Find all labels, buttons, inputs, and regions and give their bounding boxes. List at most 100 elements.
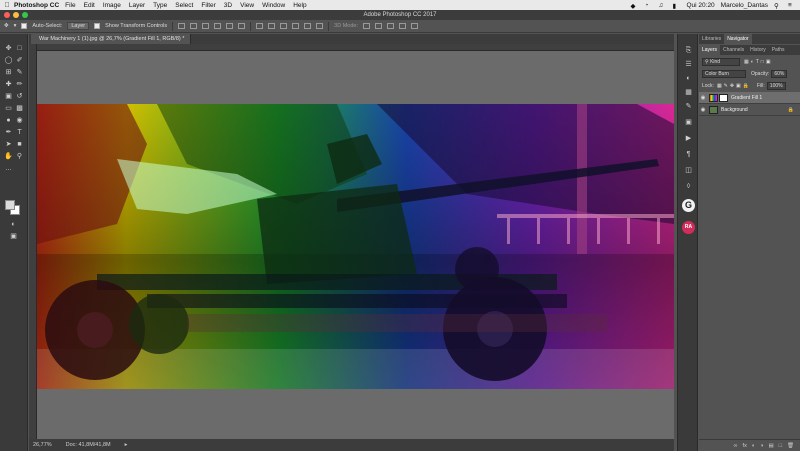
paragraph-panel-icon[interactable]: ¶ bbox=[684, 150, 693, 159]
menu-view[interactable]: View bbox=[240, 2, 254, 9]
tab-paths[interactable]: Paths bbox=[769, 45, 788, 55]
3d-scale-icon[interactable] bbox=[411, 23, 419, 29]
document-size[interactable]: Doc: 41,8M/41,8M bbox=[66, 442, 111, 448]
lasso-tool-icon[interactable]: ◯ bbox=[4, 56, 13, 65]
volume-icon[interactable]: ♫ bbox=[658, 2, 666, 9]
auto-select-dropdown[interactable]: Layer bbox=[67, 22, 90, 30]
layer-row[interactable]: ◉ Background 🔒 bbox=[699, 104, 800, 116]
tab-navigator[interactable]: Navigator bbox=[724, 34, 752, 44]
add-mask-icon[interactable]: ◐ bbox=[752, 443, 755, 449]
user-name[interactable]: Marcelo_Dantas bbox=[721, 2, 768, 9]
distribute-left-icon[interactable] bbox=[292, 23, 300, 29]
new-layer-icon[interactable]: □ bbox=[779, 443, 782, 449]
align-bottom-icon[interactable] bbox=[202, 23, 210, 29]
move-tool-icon[interactable]: ✥ bbox=[4, 23, 9, 29]
quick-select-tool-icon[interactable]: ✐ bbox=[15, 56, 24, 65]
filter-icons[interactable]: ▦◐T□▣ bbox=[744, 59, 773, 65]
clone-stamp-tool-icon[interactable]: ▣ bbox=[4, 92, 13, 101]
pen-tool-icon[interactable]: ✒ bbox=[4, 128, 13, 137]
zoom-tool-icon[interactable]: ⚲ bbox=[15, 152, 24, 161]
app-menu[interactable]: Photoshop CC bbox=[14, 2, 59, 9]
eye-icon[interactable]: ◉ bbox=[699, 107, 707, 113]
marquee-tool-icon[interactable]: □ bbox=[15, 44, 24, 53]
lock-icons[interactable]: ▦✎✥▣🔒 bbox=[717, 83, 751, 89]
align-top-icon[interactable] bbox=[178, 23, 186, 29]
ruler-horizontal[interactable] bbox=[37, 44, 674, 51]
delete-layer-icon[interactable]: 🗑 bbox=[787, 443, 794, 449]
distribute-middle-icon[interactable] bbox=[268, 23, 276, 29]
adjustment-layer-icon[interactable]: ◑ bbox=[760, 443, 763, 449]
align-left-icon[interactable] bbox=[214, 23, 222, 29]
opacity-input[interactable]: 60% bbox=[771, 70, 788, 78]
distribute-center-icon[interactable] bbox=[304, 23, 312, 29]
healing-brush-tool-icon[interactable]: ✚ bbox=[4, 80, 13, 89]
wifi-icon[interactable]: ◔ bbox=[644, 2, 652, 9]
align-middle-icon[interactable] bbox=[190, 23, 198, 29]
filter-kind-dropdown[interactable]: ⚲ Kind bbox=[702, 58, 740, 66]
eyedropper-tool-icon[interactable]: ✎ bbox=[15, 68, 24, 77]
menu-list-icon[interactable]: ≡ bbox=[788, 2, 796, 9]
minimize-button[interactable] bbox=[13, 12, 19, 18]
plugin-ra-icon[interactable]: RA bbox=[682, 221, 695, 234]
tab-history[interactable]: History bbox=[747, 45, 769, 55]
more-tools-icon[interactable]: … bbox=[4, 164, 13, 173]
dodge-tool-icon[interactable]: ◉ bbox=[15, 116, 24, 125]
actions-panel-icon[interactable]: ▶ bbox=[684, 134, 693, 143]
apple-icon[interactable]:  bbox=[0, 2, 14, 9]
show-transform-checkbox[interactable] bbox=[94, 23, 101, 29]
tab-libraries[interactable]: Libraries bbox=[699, 34, 724, 44]
document-tab[interactable]: War Machinery 1 (1).jpg @ 26,7% (Gradien… bbox=[31, 34, 192, 44]
new-group-icon[interactable]: ▤ bbox=[768, 443, 773, 449]
brush-tool-icon[interactable]: ✏ bbox=[15, 80, 24, 89]
move-tool-icon[interactable]: ✥ bbox=[4, 44, 13, 53]
hand-tool-icon[interactable]: ✋ bbox=[4, 152, 13, 161]
align-center-icon[interactable] bbox=[226, 23, 234, 29]
type-tool-icon[interactable]: T bbox=[15, 128, 24, 137]
brush-panel-icon[interactable]: ✎ bbox=[684, 102, 693, 111]
3d-rotate-icon[interactable] bbox=[363, 23, 371, 29]
close-button[interactable] bbox=[4, 12, 10, 18]
battery-icon[interactable]: ▮ bbox=[672, 2, 680, 10]
foreground-color-swatch[interactable] bbox=[5, 200, 15, 210]
3d-roll-icon[interactable] bbox=[375, 23, 383, 29]
blur-tool-icon[interactable]: ● bbox=[4, 116, 13, 125]
tab-channels[interactable]: Channels bbox=[720, 45, 747, 55]
menu-help[interactable]: Help bbox=[293, 2, 306, 9]
menu-layer[interactable]: Layer bbox=[129, 2, 145, 9]
gradient-tool-icon[interactable]: ▩ bbox=[15, 104, 24, 113]
menu-edit[interactable]: Edit bbox=[84, 2, 95, 9]
3d-slide-icon[interactable] bbox=[399, 23, 407, 29]
3d-panel-icon[interactable]: ◫ bbox=[684, 166, 693, 175]
glyphs-panel-icon[interactable]: ◊ bbox=[684, 182, 693, 191]
zoom-button[interactable] bbox=[22, 12, 28, 18]
menu-image[interactable]: Image bbox=[103, 2, 121, 9]
link-layers-icon[interactable]: ∞ bbox=[734, 443, 738, 449]
ruler-vertical[interactable] bbox=[29, 44, 37, 439]
path-selection-tool-icon[interactable]: ➤ bbox=[4, 140, 13, 149]
plugin-g-icon[interactable]: G bbox=[682, 199, 695, 212]
tool-preset-icon[interactable]: ▾ bbox=[14, 23, 17, 29]
dropbox-icon[interactable]: ◆ bbox=[630, 2, 638, 10]
history-panel-icon[interactable]: ⎘ bbox=[684, 46, 693, 55]
distribute-right-icon[interactable] bbox=[316, 23, 324, 29]
eye-icon[interactable]: ◉ bbox=[699, 95, 707, 101]
fill-input[interactable]: 100% bbox=[766, 82, 786, 90]
menu-type[interactable]: Type bbox=[153, 2, 167, 9]
properties-panel-icon[interactable]: ☰ bbox=[684, 60, 693, 69]
search-icon[interactable]: ⚲ bbox=[774, 2, 782, 10]
distribute-top-icon[interactable] bbox=[256, 23, 264, 29]
crop-tool-icon[interactable]: ⊞ bbox=[4, 68, 13, 77]
clock[interactable]: Qui 20:20 bbox=[686, 2, 714, 9]
clone-source-icon[interactable]: ▣ bbox=[684, 118, 693, 127]
distribute-bottom-icon[interactable] bbox=[280, 23, 288, 29]
menu-file[interactable]: File bbox=[65, 2, 75, 9]
zoom-level[interactable]: 26,77% bbox=[33, 442, 52, 448]
screen-mode-icon[interactable]: ▣ bbox=[9, 232, 18, 241]
align-right-icon[interactable] bbox=[238, 23, 246, 29]
tab-layers[interactable]: Layers bbox=[699, 45, 721, 55]
history-brush-tool-icon[interactable]: ↺ bbox=[15, 92, 24, 101]
eraser-tool-icon[interactable]: ▭ bbox=[4, 104, 13, 113]
color-panel-icon[interactable]: ▦ bbox=[684, 88, 693, 97]
menu-3d[interactable]: 3D bbox=[224, 2, 232, 9]
menu-filter[interactable]: Filter bbox=[201, 2, 215, 9]
